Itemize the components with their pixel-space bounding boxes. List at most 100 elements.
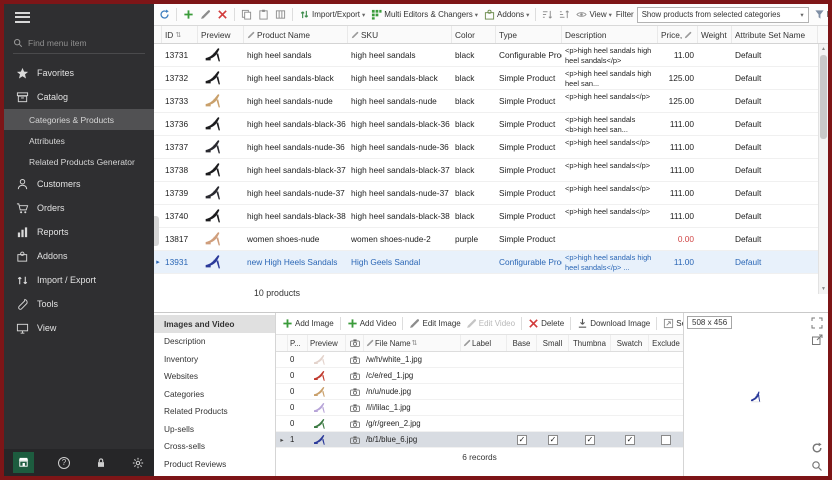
column-header-small[interactable]: Small [537, 335, 569, 351]
sidebar-item-favorites[interactable]: Favorites [4, 61, 154, 85]
sidebar-search-input[interactable]: Find menu item [13, 32, 145, 54]
table-row[interactable]: 13736 high heel sandals-black-36 high he… [154, 113, 818, 136]
column-header-image-preview[interactable]: Preview [308, 335, 346, 351]
paste-button[interactable] [256, 7, 271, 22]
row-expand-icon[interactable] [154, 159, 162, 181]
table-row[interactable]: 13731 high heel sandals high heel sandal… [154, 44, 818, 67]
sidebar-item-orders[interactable]: Orders [4, 196, 154, 220]
edit-product-button[interactable] [198, 7, 213, 22]
column-header-exclude[interactable]: Exclude [649, 335, 683, 351]
row-expand-icon[interactable] [154, 136, 162, 158]
table-row[interactable]: 13738 high heel sandals-black-37 high he… [154, 159, 818, 182]
edit-image-button[interactable]: Edit Image [408, 316, 461, 331]
table-row[interactable]: 13733 high heel sandals-nude high heel s… [154, 90, 818, 113]
sidebar-item-reports[interactable]: Reports [4, 220, 154, 244]
table-row[interactable]: 13740 high heel sandals-black-38 high he… [154, 205, 818, 228]
delete-image-button[interactable]: Delete [527, 316, 565, 331]
delete-product-button[interactable] [215, 7, 230, 22]
row-expand-icon[interactable] [154, 67, 162, 89]
table-row[interactable]: 13732 high heel sandals-black high heel … [154, 67, 818, 90]
panel-collapse-handle[interactable] [154, 216, 159, 246]
column-header-label[interactable]: Label [461, 335, 507, 351]
sidebar-item-view[interactable]: View [4, 316, 154, 340]
scroll-down-icon[interactable]: ▼ [819, 284, 828, 294]
row-expand-icon[interactable]: ▸ [154, 251, 162, 273]
column-header-product-name[interactable]: Product Name [244, 26, 348, 43]
row-expand-icon[interactable] [154, 182, 162, 204]
download-image-button[interactable]: Download Image [576, 316, 651, 331]
sidebar-item-customers[interactable]: Customers [4, 172, 154, 196]
exclude-checkbox[interactable] [661, 435, 671, 445]
sidebar-item-attributes[interactable]: Attributes [4, 130, 154, 151]
scroll-up-icon[interactable]: ▲ [819, 44, 828, 54]
rotate-button[interactable] [811, 441, 824, 454]
sort-descending-button[interactable] [557, 7, 572, 22]
image-row[interactable]: ▸ 1 /b/1/blue_6.jpg ✓ ✓ ✓ ✓ [276, 432, 683, 448]
help-button[interactable]: ? [57, 456, 71, 470]
base-checkbox[interactable]: ✓ [517, 435, 527, 445]
settings-button[interactable] [131, 456, 145, 470]
copy-button[interactable] [239, 7, 254, 22]
column-header-id[interactable]: ID⇅ [162, 26, 198, 43]
fullscreen-button[interactable] [811, 316, 824, 329]
sidebar-item-import-export[interactable]: Import / Export [4, 268, 154, 292]
column-header-description[interactable]: Description [562, 26, 658, 43]
column-header-attribute-set[interactable]: Attribute Set Name [732, 26, 818, 43]
detail-tab[interactable]: Description [154, 333, 275, 351]
view-menu[interactable]: View▾ [574, 7, 613, 22]
category-filter-select[interactable]: Show products from selected categories ▾ [637, 7, 809, 23]
sidebar-item-catalog[interactable]: Catalog [4, 85, 154, 109]
preview-image[interactable] [684, 313, 828, 476]
table-row[interactable]: 13739 high heel sandals-nude-37 high hee… [154, 182, 818, 205]
detail-tab[interactable]: Up-sells [154, 420, 275, 438]
small-checkbox[interactable]: ✓ [548, 435, 558, 445]
lock-button[interactable] [94, 456, 108, 470]
filters-menu[interactable]: Filters▾ [812, 7, 828, 22]
detail-tab[interactable]: Categories [154, 385, 275, 403]
image-row[interactable]: 0 /c/e/red_1.jpg [276, 368, 683, 384]
column-header-weight[interactable]: Weight [698, 26, 732, 43]
set-resize-rule-menu[interactable]: Set Resize Rule▾ [662, 316, 683, 331]
thumbnail-checkbox[interactable]: ✓ [585, 435, 595, 445]
image-row[interactable]: 0 /l/i/lilac_1.jpg [276, 400, 683, 416]
column-header-price[interactable]: Price, [658, 26, 698, 43]
vertical-scrollbar[interactable]: ▲ ▼ [818, 44, 828, 294]
add-product-button[interactable] [181, 7, 196, 22]
add-video-button[interactable]: Add Video [346, 316, 398, 331]
open-external-button[interactable] [811, 333, 824, 346]
addons-menu[interactable]: Addons▾ [482, 7, 531, 22]
store-button[interactable] [13, 452, 34, 473]
add-image-button[interactable]: Add Image [281, 316, 335, 331]
column-header-file-name[interactable]: File Name⇅ [364, 335, 461, 351]
table-row[interactable]: ▸ 13931 new High Heels Sandals High Geel… [154, 251, 818, 274]
row-expand-icon[interactable] [154, 90, 162, 112]
image-row[interactable]: 0 /g/r/green_2.jpg [276, 416, 683, 432]
refresh-button[interactable] [157, 7, 172, 22]
detail-tab[interactable]: Images and Video [154, 315, 275, 333]
scrollbar-thumb[interactable] [820, 55, 827, 139]
detail-tab[interactable]: Related Products [154, 403, 275, 421]
column-header-preview[interactable]: Preview [198, 26, 244, 43]
image-row[interactable]: 0 /w/h/white_1.jpg [276, 352, 683, 368]
column-header-sku[interactable]: SKU [348, 26, 452, 43]
multi-editors-menu[interactable]: Multi Editors & Changers▾ [369, 7, 480, 22]
import-export-menu[interactable]: Import/Export▾ [297, 7, 367, 22]
sidebar-item-related-products-generator[interactable]: Related Products Generator [4, 151, 154, 172]
column-header-thumbnail[interactable]: Thumbna [569, 335, 611, 351]
sort-ascending-button[interactable] [540, 7, 555, 22]
row-expand-icon[interactable] [154, 44, 162, 66]
table-row[interactable]: 13737 high heel sandals-nude-36 high hee… [154, 136, 818, 159]
zoom-button[interactable] [811, 459, 824, 472]
column-header-position[interactable]: P... [288, 335, 308, 351]
row-expand-icon[interactable] [154, 113, 162, 135]
detail-tab[interactable]: Product Reviews [154, 455, 275, 473]
image-row[interactable]: 0 /n/u/nude.jpg [276, 384, 683, 400]
column-header-color[interactable]: Color [452, 26, 496, 43]
swatch-checkbox[interactable]: ✓ [625, 435, 635, 445]
column-header-base[interactable]: Base [507, 335, 537, 351]
sidebar-item-tools[interactable]: Tools [4, 292, 154, 316]
detail-tab[interactable]: Cross-sells [154, 438, 275, 456]
detail-tab[interactable]: Websites [154, 368, 275, 386]
column-header-swatch[interactable]: Swatch [611, 335, 649, 351]
menu-icon[interactable] [15, 9, 30, 25]
